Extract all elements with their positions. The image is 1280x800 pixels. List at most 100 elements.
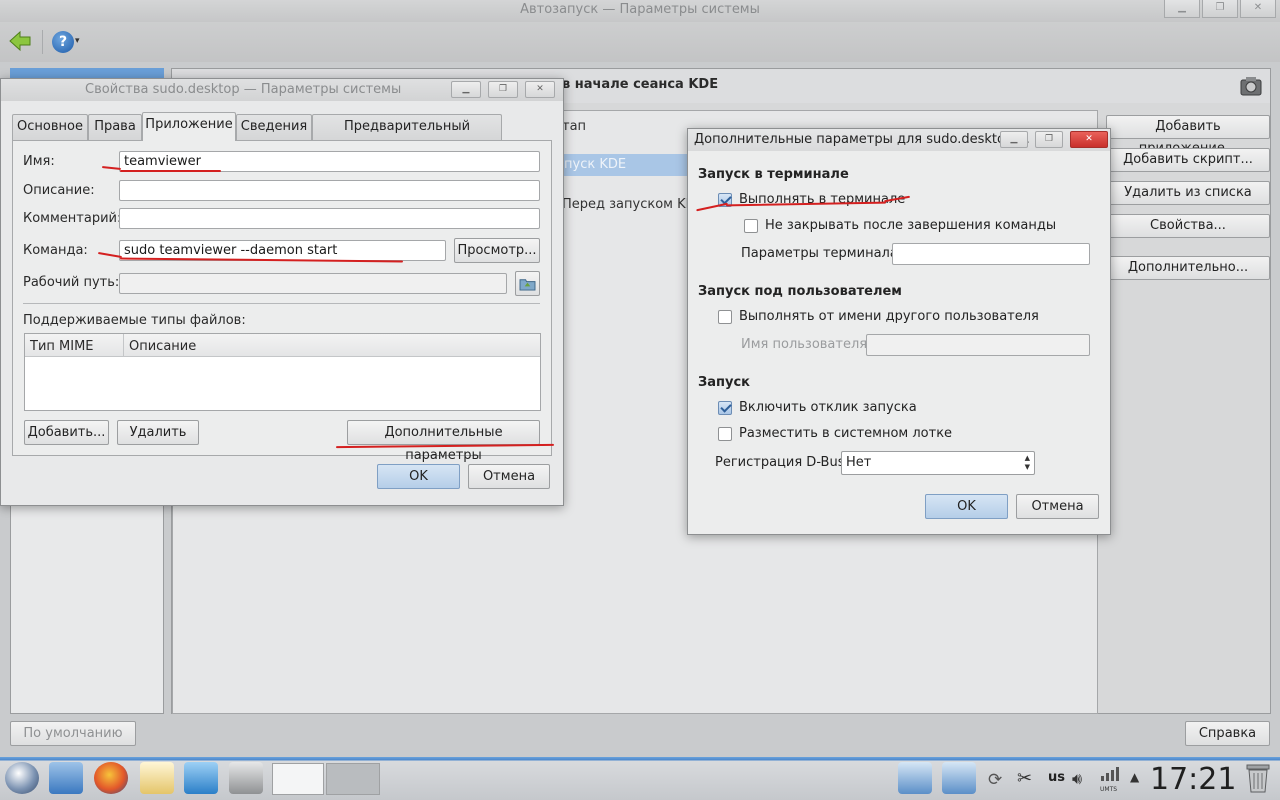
network-signal-icon[interactable]: UMTS: [1100, 766, 1120, 793]
kickoff-launcher-icon[interactable]: [5, 762, 39, 794]
sync-icon[interactable]: ⟳: [988, 770, 1002, 790]
clock[interactable]: 17:21: [1150, 762, 1236, 797]
main-close-button[interactable]: ✕: [1240, 0, 1276, 18]
advanced-close-button[interactable]: ✕: [1070, 131, 1108, 148]
properties-cancel-button[interactable]: Отмена: [468, 464, 550, 489]
annotation-underline: [120, 170, 221, 172]
advanced-minimize-button[interactable]: ▁: [1000, 131, 1028, 148]
description-field[interactable]: [119, 180, 540, 201]
add-program-button[interactable]: Добавить приложение...: [1106, 115, 1270, 156]
firefox-icon[interactable]: [94, 762, 128, 794]
advanced-options-button[interactable]: Дополнительные параметры: [347, 420, 540, 463]
advanced-cancel-button[interactable]: Отмена: [1016, 494, 1099, 519]
list-item[interactable]: Перед запуском KDE: [562, 194, 704, 216]
trash-icon[interactable]: [1244, 762, 1272, 794]
dbus-select-value: Нет: [846, 455, 872, 470]
run-as-other-user-label[interactable]: Выполнять от имени другого пользователя: [739, 309, 1039, 324]
camera-task-icon[interactable]: [898, 762, 932, 794]
advanced-dialog-title: Дополнительные параметры для sudo.deskto…: [694, 132, 1030, 147]
advanced-dialog-titlebar: Дополнительные параметры для sudo.deskto…: [688, 129, 1110, 151]
workdir-label: Рабочий путь:: [23, 275, 120, 290]
defaults-button[interactable]: По умолчанию: [10, 721, 136, 746]
terminal-params-label: Параметры терминала:: [741, 246, 903, 261]
no-close-label[interactable]: Не закрывать после завершения команды: [765, 218, 1056, 233]
main-maximize-button[interactable]: ❐: [1202, 0, 1238, 18]
mail-icon[interactable]: [140, 762, 174, 794]
autostart-header-text: в начале сеанса KDE: [562, 77, 719, 92]
properties-dialog-titlebar: Свойства sudo.desktop — Параметры систем…: [1, 79, 563, 101]
pager-desktop-1[interactable]: [272, 763, 324, 795]
advanced-button[interactable]: Дополнительно...: [1106, 256, 1270, 280]
help-icon[interactable]: ?: [52, 31, 74, 53]
tab-application[interactable]: Приложение: [142, 112, 236, 141]
volume-icon[interactable]: 🔊︎: [1072, 769, 1082, 789]
name-field[interactable]: teamviewer: [119, 151, 540, 172]
media-player-icon[interactable]: [184, 762, 218, 794]
username-label: Имя пользователя:: [741, 337, 872, 352]
help-menu-arrow-icon[interactable]: ▾: [75, 36, 80, 46]
tray-expand-icon[interactable]: ▲: [1130, 770, 1139, 784]
autostart-settings-icon: [1240, 77, 1262, 96]
username-field[interactable]: [866, 334, 1090, 356]
toolbar-separator: [42, 30, 43, 54]
tab-permissions[interactable]: Права: [88, 114, 142, 140]
main-toolbar: [0, 22, 1280, 62]
mime-column-type[interactable]: Тип MIME: [30, 339, 94, 354]
no-close-checkbox[interactable]: [744, 219, 758, 233]
comment-field[interactable]: [119, 208, 540, 229]
separator: [23, 303, 540, 304]
network-type-label: UMTS: [1100, 786, 1118, 793]
run-as-other-user-checkbox[interactable]: [718, 310, 732, 324]
advanced-ok-button[interactable]: OK: [925, 494, 1008, 519]
mime-table-header: [25, 334, 540, 357]
dbus-select[interactable]: Нет ▲ ▼: [841, 451, 1035, 475]
keyboard-layout-indicator[interactable]: us: [1048, 770, 1065, 785]
system-settings-icon[interactable]: [229, 762, 263, 794]
properties-close-button[interactable]: ✕: [525, 81, 555, 98]
tab-preview[interactable]: Предварительный просмотр: [312, 114, 502, 158]
comment-label: Комментарий:: [23, 211, 122, 226]
workdir-field[interactable]: [119, 273, 507, 294]
help-button[interactable]: Справка: [1185, 721, 1270, 746]
main-window-titlebar: Автозапуск — Параметры системы: [0, 0, 1280, 22]
properties-minimize-button[interactable]: ▁: [451, 81, 481, 98]
remove-mime-button[interactable]: Удалить: [117, 420, 199, 445]
add-mime-button[interactable]: Добавить...: [24, 420, 109, 445]
back-arrow-icon[interactable]: [8, 30, 32, 52]
folder-icon: [519, 279, 536, 291]
folder-browse-button[interactable]: [515, 271, 540, 296]
camera-task-icon[interactable]: [942, 762, 976, 794]
user-section-title: Запуск под пользователем: [698, 284, 902, 299]
select-arrows-icon: ▲ ▼: [1024, 454, 1030, 471]
signal-bars-icon: [1101, 767, 1119, 781]
system-tray-checkbox[interactable]: [718, 427, 732, 441]
main-minimize-button[interactable]: ▁: [1164, 0, 1200, 18]
tab-general[interactable]: Основное: [12, 114, 88, 140]
main-window-title: Автозапуск — Параметры системы: [520, 2, 760, 17]
launch-section-title: Запуск: [698, 375, 750, 390]
mime-column-description[interactable]: Описание: [129, 339, 196, 354]
properties-ok-button[interactable]: OK: [377, 464, 460, 489]
browse-button[interactable]: Просмотр...: [454, 238, 540, 263]
properties-maximize-button[interactable]: ❐: [488, 81, 518, 98]
pager-desktop-2[interactable]: [326, 763, 380, 795]
tab-details[interactable]: Сведения: [236, 114, 312, 140]
launch-feedback-checkbox[interactable]: [718, 401, 732, 415]
launch-feedback-label[interactable]: Включить отклик запуска: [739, 400, 917, 415]
properties-dialog-title: Свойства sudo.desktop — Параметры систем…: [85, 82, 402, 97]
name-label: Имя:: [23, 154, 55, 169]
list-item[interactable]: тап: [562, 116, 586, 138]
mime-column-divider: [123, 334, 124, 357]
add-script-button[interactable]: Добавить скрипт...: [1106, 148, 1270, 172]
remove-button[interactable]: Удалить из списка: [1106, 181, 1270, 205]
list-item-selected[interactable]: пуск KDE: [562, 154, 687, 176]
terminal-params-field[interactable]: [892, 243, 1090, 265]
file-types-label: Поддерживаемые типы файлов:: [23, 313, 246, 328]
properties-button[interactable]: Свойства...: [1106, 214, 1270, 238]
system-tray-label[interactable]: Разместить в системном лотке: [739, 426, 952, 441]
command-label: Команда:: [23, 243, 88, 258]
scissors-icon[interactable]: ✂: [1017, 768, 1032, 789]
file-manager-icon[interactable]: [49, 762, 83, 794]
terminal-section-title: Запуск в терминале: [698, 167, 849, 182]
advanced-maximize-button[interactable]: ❐: [1035, 131, 1063, 148]
